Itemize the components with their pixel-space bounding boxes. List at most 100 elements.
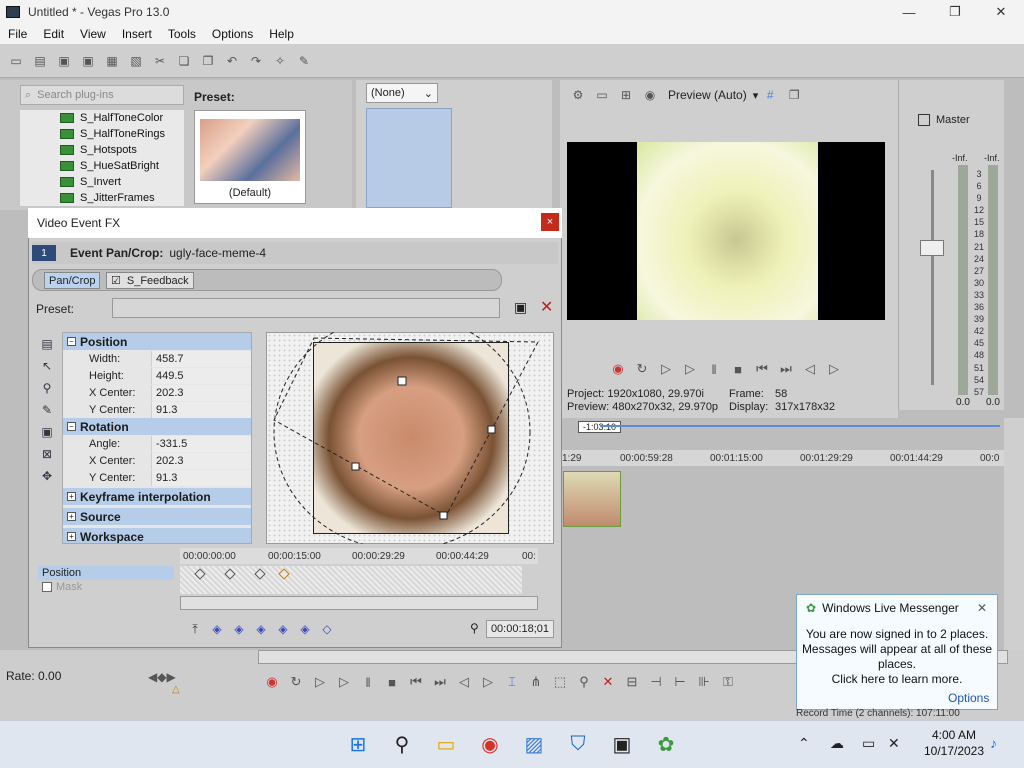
stop-icon[interactable]: ■ — [380, 675, 404, 690]
stop-icon[interactable]: ■ — [726, 362, 750, 377]
zoom-tool-icon[interactable]: ⚲ — [37, 378, 57, 398]
prop-row[interactable]: X Center: 202.3 — [63, 384, 251, 401]
list-item[interactable]: S_HueSatBright — [20, 158, 184, 174]
trim-end-icon[interactable]: ⊢ — [668, 674, 692, 690]
whats-this-icon[interactable]: ✎ — [294, 51, 314, 71]
cut-icon[interactable]: ✂ — [150, 51, 170, 71]
redo-icon[interactable]: ↷ — [246, 51, 266, 71]
pause-icon[interactable]: ‖ — [702, 362, 726, 377]
group-source[interactable]: + Source — [63, 508, 251, 525]
vfx-preset-select[interactable] — [112, 298, 500, 318]
preview-quality-select[interactable]: Preview (Auto) — [668, 88, 747, 102]
save-icon[interactable]: ▣ — [54, 51, 74, 71]
group-keyframe-interpolation[interactable]: + Keyframe interpolation — [63, 488, 251, 505]
zoom-tool-icon[interactable]: ⚲ — [572, 674, 596, 690]
list-item[interactable]: S_Hotspots — [20, 142, 184, 158]
checkbox-icon[interactable] — [42, 582, 52, 592]
keyframe-ruler[interactable]: 00:00:00:00 00:00:15:00 00:00:29:29 00:0… — [180, 548, 538, 564]
play-from-start-icon[interactable]: ▷ — [308, 674, 332, 690]
volume-muted-icon[interactable]: ✕ — [888, 735, 900, 752]
go-to-start-icon[interactable]: ⏮ — [404, 674, 428, 690]
restore-button[interactable]: ❐ — [932, 0, 978, 24]
next-frame-icon[interactable]: ▷ — [476, 674, 500, 690]
record-icon[interactable]: ◉ — [260, 674, 284, 690]
keyframe-track[interactable] — [180, 566, 522, 594]
prop-row[interactable]: Y Center: 91.3 — [63, 469, 251, 486]
list-item[interactable]: S_HalfToneRings — [20, 126, 184, 142]
menu-edit[interactable]: Edit — [35, 27, 72, 41]
save-preset-icon[interactable]: ▣ — [514, 299, 527, 316]
paste-icon[interactable]: ❐ — [198, 51, 218, 71]
lock-icon[interactable]: ⚿ — [716, 674, 740, 690]
lock-icon[interactable]: ⚲ — [470, 621, 479, 635]
show-properties-icon[interactable]: ▤ — [37, 334, 57, 354]
group-workspace[interactable]: + Workspace — [63, 528, 251, 543]
prev-keyframe-icon[interactable]: ◈ — [228, 620, 250, 638]
add-keyframe-icon[interactable]: ◈ — [294, 620, 316, 638]
start-icon[interactable]: ⊞ — [342, 728, 374, 760]
first-keyframe-icon[interactable]: ◈ — [206, 620, 228, 638]
prop-row[interactable]: X Center: 202.3 — [63, 452, 251, 469]
taskbar-clock[interactable]: 4:00 AM 10/17/2023 — [916, 727, 992, 759]
menu-file[interactable]: File — [0, 27, 35, 41]
last-keyframe-icon[interactable]: ◈ — [272, 620, 294, 638]
trim-start-icon[interactable]: ⊣ — [644, 674, 668, 690]
messenger-options-link[interactable]: Options — [948, 691, 989, 705]
fit-icon[interactable]: ⊠ — [37, 444, 57, 464]
network-icon[interactable]: ☁ — [830, 735, 844, 752]
undo-icon[interactable]: ↶ — [222, 51, 242, 71]
timeline-ruler[interactable]: 1:29 00:00:59:28 00:01:15:00 00:01:29:29… — [560, 450, 1006, 466]
chip-pancrop[interactable]: Pan/Crop — [44, 272, 101, 289]
play-icon[interactable]: ▷ — [678, 361, 702, 377]
go-to-end-icon[interactable]: ⏭ — [774, 361, 798, 377]
prop-row[interactable]: Angle: -331.5 — [63, 435, 251, 452]
copy-snapshot-icon[interactable]: ❐ — [784, 85, 804, 105]
transition-select[interactable]: (None) ⌄ — [366, 83, 438, 103]
vfx-close-button[interactable]: × — [541, 213, 559, 231]
normal-edit-tool-icon[interactable]: ↖ — [37, 356, 57, 376]
messenger-close-button[interactable]: ✕ — [974, 601, 990, 617]
keyframe-scrollbar[interactable] — [180, 596, 538, 610]
master-volume-fader[interactable] — [920, 240, 944, 256]
sync-cursor-icon[interactable]: ⤒ — [184, 620, 206, 638]
menu-insert[interactable]: Insert — [114, 27, 160, 41]
menu-help[interactable]: Help — [261, 27, 302, 41]
project-properties-icon[interactable]: ⚙ — [568, 85, 588, 105]
loop-playback-icon[interactable]: ↻ — [284, 674, 308, 690]
play-from-start-icon[interactable]: ▷ — [654, 361, 678, 377]
trim-icon[interactable]: ⊟ — [620, 674, 644, 690]
photos-icon[interactable]: ▨ — [518, 728, 550, 760]
move-freely-icon[interactable]: ✥ — [37, 466, 57, 486]
group-rotation[interactable]: − Rotation — [63, 418, 251, 435]
next-keyframe-icon[interactable]: ◈ — [250, 620, 272, 638]
loop-icon[interactable]: ↻ — [630, 361, 654, 377]
checkbox-icon[interactable]: ☑ — [111, 274, 121, 287]
normal-edit-tool-icon[interactable]: ⌶ — [500, 674, 524, 690]
menu-view[interactable]: View — [72, 27, 114, 41]
prop-row[interactable]: Width: 458.7 — [63, 350, 251, 367]
prop-row[interactable]: Height: 449.5 — [63, 367, 251, 384]
grid-icon[interactable]: # — [760, 85, 780, 105]
group-position[interactable]: − Position — [63, 333, 251, 350]
center-icon[interactable]: ▣ — [37, 422, 57, 442]
play-icon[interactable]: ▷ — [332, 674, 356, 690]
external-monitor-icon[interactable]: ▭ — [592, 85, 612, 105]
minimize-button[interactable]: — — [886, 0, 932, 24]
menu-tools[interactable]: Tools — [160, 27, 204, 41]
properties-icon[interactable]: ▧ — [126, 51, 146, 71]
menu-options[interactable]: Options — [204, 27, 261, 41]
go-to-end-icon[interactable]: ⏭ — [428, 674, 452, 690]
enable-snapping-icon[interactable]: ✧ — [270, 51, 290, 71]
selection-tool-icon[interactable]: ⬚ — [548, 674, 572, 690]
messenger-learn-more-link[interactable]: Click here to learn more. — [800, 672, 994, 687]
overlays-icon[interactable]: ◉ — [640, 85, 660, 105]
rate-slider[interactable]: ◀◆▶ — [148, 670, 176, 684]
delete-icon[interactable]: ✕ — [596, 674, 620, 690]
chrome-icon[interactable]: ◉ — [474, 728, 506, 760]
list-item[interactable]: S_HalfToneColor — [20, 110, 184, 126]
wand-icon[interactable]: ✎ — [37, 400, 57, 420]
prop-row[interactable]: Y Center: 91.3 — [63, 401, 251, 418]
messenger-taskbar-icon[interactable]: ✿ — [650, 728, 682, 760]
prev-frame-icon[interactable]: ◁ — [452, 674, 476, 690]
list-item[interactable]: S_JitterFrames — [20, 190, 184, 206]
